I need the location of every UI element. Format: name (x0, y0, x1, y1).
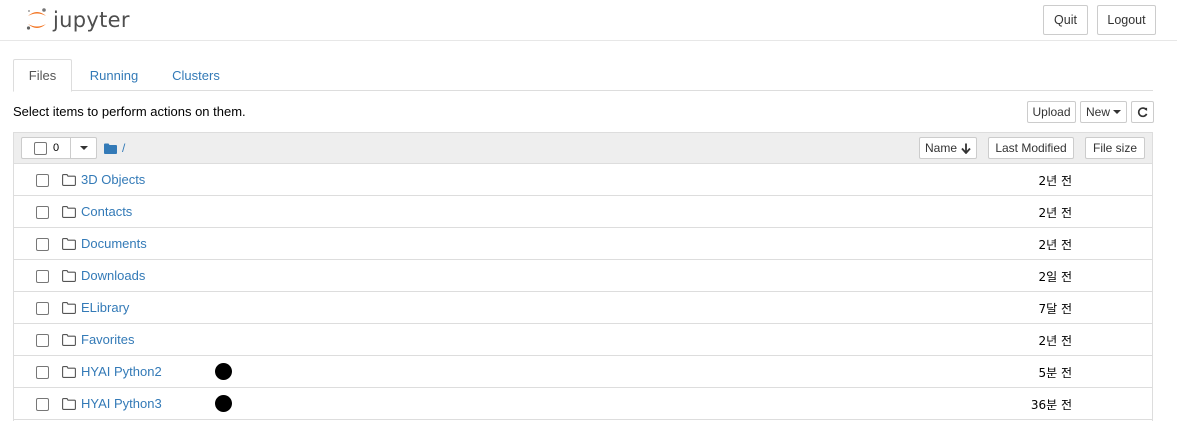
logo-text: jupyter (53, 8, 130, 32)
file-name-link[interactable]: ELibrary (81, 300, 129, 315)
sort-by-name-button[interactable]: Name (919, 137, 977, 159)
row-checkbox[interactable] (36, 366, 49, 379)
selection-hint: Select items to perform actions on them. (13, 104, 246, 119)
file-modified: 2년 전 (1038, 238, 1072, 252)
folder-outline-icon (62, 398, 76, 410)
refresh-icon (1137, 106, 1148, 117)
tab-files[interactable]: Files (13, 59, 72, 92)
tab-clusters[interactable]: Clusters (160, 59, 232, 91)
row-checkbox[interactable] (36, 270, 49, 283)
list-item[interactable]: HYAI Python3 36분 전 (14, 388, 1152, 420)
list-item[interactable]: Documents 2년 전 (14, 228, 1152, 260)
tab-running[interactable]: Running (77, 59, 151, 91)
file-name-link[interactable]: Favorites (81, 332, 134, 347)
file-modified: 5분 전 (1038, 366, 1072, 380)
breadcrumb[interactable]: / (104, 141, 125, 155)
file-name-link[interactable]: HYAI Python2 (81, 364, 162, 379)
new-dropdown-button[interactable]: New (1080, 101, 1127, 123)
row-checkbox[interactable] (36, 206, 49, 219)
folder-outline-icon (62, 302, 76, 314)
file-modified: 7달 전 (1038, 302, 1072, 316)
jupyter-logo-icon (26, 8, 46, 30)
list-item[interactable]: HYAI Python2 5분 전 (14, 356, 1152, 388)
select-all-checkbox[interactable]: 0 (22, 138, 71, 158)
refresh-button[interactable] (1131, 101, 1154, 123)
file-name-link[interactable]: 3D Objects (81, 172, 145, 187)
select-all-group: 0 (21, 137, 97, 159)
caret-down-icon (1113, 110, 1121, 114)
sort-by-modified-button[interactable]: Last Modified (988, 137, 1074, 159)
file-modified: 2년 전 (1038, 206, 1072, 220)
running-indicator-dot (215, 363, 232, 380)
file-name-link[interactable]: Downloads (81, 268, 145, 283)
sort-by-size-button[interactable]: File size (1085, 137, 1145, 159)
caret-down-icon (79, 146, 88, 150)
list-item[interactable]: 3D Objects 2년 전 (14, 164, 1152, 196)
row-checkbox[interactable] (36, 238, 49, 251)
select-menu-toggle[interactable] (71, 138, 96, 158)
folder-outline-icon (62, 206, 76, 218)
file-name-link[interactable]: HYAI Python3 (81, 396, 162, 411)
file-list: 0 / Name Last Modified File size 3D Obje… (13, 132, 1153, 421)
logout-button[interactable]: Logout (1097, 5, 1156, 35)
list-header: 0 / Name Last Modified File size (14, 133, 1152, 164)
folder-outline-icon (62, 366, 76, 378)
folder-icon (104, 143, 117, 154)
file-modified: 2년 전 (1038, 334, 1072, 348)
new-label: New (1085, 105, 1110, 119)
running-indicator-dot (215, 395, 232, 412)
sort-name-label: Name (924, 141, 957, 155)
list-item[interactable]: Contacts 2년 전 (14, 196, 1152, 228)
header: jupyter Quit Logout (0, 0, 1177, 41)
quit-button[interactable]: Quit (1043, 5, 1088, 35)
folder-outline-icon (62, 238, 76, 250)
breadcrumb-root: / (122, 141, 126, 155)
row-checkbox[interactable] (36, 302, 49, 315)
jupyter-logo[interactable]: jupyter (24, 5, 130, 35)
file-modified: 2일 전 (1038, 270, 1072, 284)
file-name-link[interactable]: Contacts (81, 204, 132, 219)
folder-outline-icon (62, 334, 76, 346)
list-item[interactable]: Favorites 2년 전 (14, 324, 1152, 356)
tab-bar: Files Running Clusters (13, 59, 1153, 92)
row-checkbox[interactable] (36, 174, 49, 187)
row-checkbox[interactable] (36, 398, 49, 411)
file-name-link[interactable]: Documents (81, 236, 147, 251)
folder-outline-icon (62, 270, 76, 282)
file-modified: 36분 전 (1030, 398, 1072, 412)
list-item[interactable]: Downloads 2일 전 (14, 260, 1152, 292)
upload-button[interactable]: Upload (1027, 101, 1076, 123)
list-item[interactable]: ELibrary 7달 전 (14, 292, 1152, 324)
folder-outline-icon (62, 174, 76, 186)
arrow-down-icon (957, 143, 971, 154)
selected-count: 0 (53, 142, 60, 154)
row-checkbox[interactable] (36, 334, 49, 347)
checkbox-icon (34, 141, 47, 155)
file-modified: 2년 전 (1038, 174, 1072, 188)
